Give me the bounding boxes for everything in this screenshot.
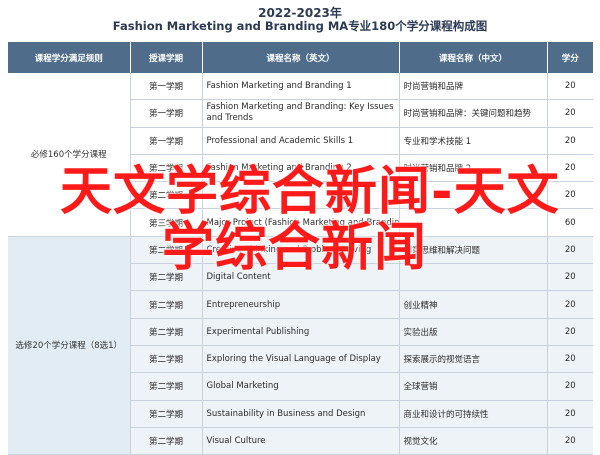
course-en-cell: Fashion Marketing and Branding 1 [202, 73, 400, 101]
course-cn-cell: 探索展示的视觉语言 [399, 345, 548, 374]
credit-cell: 20 [547, 427, 593, 455]
course-cn-cell: 创业精神 [399, 290, 548, 319]
header-credit-rule: 课程学分满足规则 [8, 42, 131, 73]
course-cn-cell: 时尚营销和品牌 2 [399, 154, 548, 183]
semester-cell: 第二学期 [130, 345, 203, 374]
credit-cell: 20 [547, 318, 593, 346]
credit-cell: 20 [547, 154, 593, 183]
credit-cell: 20 [547, 345, 593, 374]
semester-cell: 第一学期 [130, 73, 203, 101]
course-en-cell: Fashion Marketing and Branding: Key Issu… [202, 99, 400, 128]
course-en-cell: Entrepreneurship [202, 290, 400, 319]
group-required: 必修160个学分课程 [8, 73, 131, 237]
semester-cell: 第一学期 [130, 127, 203, 155]
header-course-cn: 课程名称（中文） [399, 42, 548, 73]
table-row: 选修20个学分课程（8选1） 第二学期 Creative Thinking an… [8, 236, 593, 455]
credit-cell: 20 [547, 236, 593, 265]
credit-cell: 20 [547, 73, 593, 101]
course-cn-cell: 时尚营销和品牌 [399, 73, 548, 101]
course-cn-cell: 视觉文化 [399, 427, 548, 455]
semester-cell: 第二学期 [130, 236, 203, 265]
credit-cell: 20 [547, 127, 593, 155]
course-en-cell [202, 181, 400, 210]
course-cn-cell [399, 181, 548, 210]
course-cn-cell: 时尚营销和品牌：关键问题和趋势 [399, 99, 548, 128]
table-row: 必修160个学分课程 第一学期 Fashion Marketing and Br… [8, 73, 593, 237]
course-en-cell: Sustainability in Business and Design [202, 400, 400, 428]
course-en-cell: Fashion Marketing and Branding 2 [202, 154, 400, 183]
credit-cell: 20 [547, 400, 593, 428]
curriculum-table: 课程学分满足规则 授课学期 课程名称（英文） 课程名称（中文） 学分 必修160… [8, 42, 593, 455]
course-en-cell: Digital Content [202, 263, 400, 292]
course-en-cell: Creative Thinking and Problem Solving [202, 236, 400, 265]
credit-cell: 20 [547, 263, 593, 292]
credit-cell: 20 [547, 372, 593, 401]
course-cn-cell: 创意思维和解决问题 [399, 236, 548, 265]
table-header-row: 课程学分满足规则 授课学期 课程名称（英文） 课程名称（中文） 学分 [8, 42, 593, 73]
credit-cell: 20 [547, 290, 593, 319]
credit-cell: 20 [547, 99, 593, 128]
course-en-cell: Visual Culture [202, 427, 400, 455]
semester-cell: 第三学期 [130, 208, 203, 237]
semester-cell: 第二学期 [130, 154, 203, 183]
header-semester: 授课学期 [130, 42, 203, 73]
course-en-cell: Experimental Publishing [202, 318, 400, 346]
semester-cell: 第二学期 [130, 181, 203, 210]
semester-cell: 第二学期 [130, 318, 203, 346]
semester-cell: 第二学期 [130, 290, 203, 319]
course-cn-cell: 实验出版 [399, 318, 548, 346]
credit-cell: 20 [547, 181, 593, 210]
semester-cell: 第二学期 [130, 400, 203, 428]
group-elective: 选修20个学分课程（8选1） [8, 236, 131, 455]
course-cn-cell: 商业和设计的可持续性 [399, 400, 548, 428]
semester-cell: 第二学期 [130, 263, 203, 292]
course-en-cell: Major Project (Fashion Marketing and Bra… [202, 208, 400, 237]
header-course-en: 课程名称（英文） [202, 42, 400, 73]
page-title: Fashion Marketing and Branding MA专业180个学… [112, 19, 488, 33]
semester-cell: 第一学期 [130, 99, 203, 128]
semester-cell: 第二学期 [130, 372, 203, 401]
header-credits: 学分 [547, 42, 593, 73]
course-cn-cell: 专业和学术技能 1 [399, 127, 548, 155]
course-en-cell: Professional and Academic Skills 1 [202, 127, 400, 155]
course-en-cell: Global Marketing [202, 372, 400, 401]
course-cn-cell [399, 208, 548, 237]
credit-cell: 60 [547, 208, 593, 237]
course-en-cell: Exploring the Visual Language of Display [202, 345, 400, 374]
semester-cell: 第二学期 [130, 427, 203, 455]
course-cn-cell [399, 263, 548, 292]
course-cn-cell: 全球营销 [399, 372, 548, 401]
